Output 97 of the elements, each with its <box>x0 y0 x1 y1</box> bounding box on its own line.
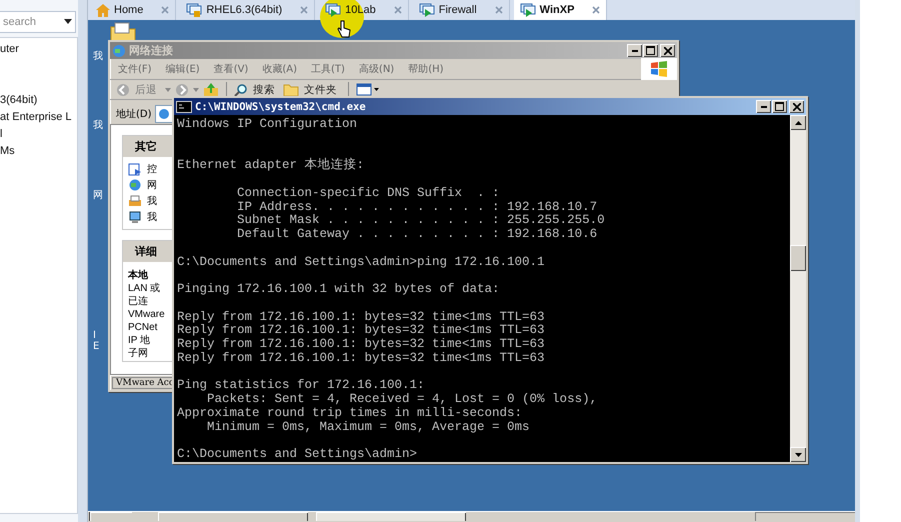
up-triangle-icon <box>794 120 802 124</box>
console-line: Reply from 172.16.100.1: bytes=32 time<1ms TTL=63 <box>177 337 545 351</box>
vm-icon <box>520 3 536 17</box>
close-icon <box>664 46 672 54</box>
detail-text: LAN 或 <box>128 283 160 294</box>
panel-link[interactable]: 我 <box>147 194 157 208</box>
caret-icon[interactable] <box>64 19 72 24</box>
desktop-icon-label: 网 <box>93 190 103 201</box>
vm-list-item[interactable]: at Enterprise L <box>0 111 72 123</box>
minimize-button[interactable] <box>627 44 642 57</box>
close-button[interactable] <box>660 44 675 57</box>
menu-item[interactable]: 工具(T) <box>311 62 345 76</box>
hand-cursor-icon <box>337 20 351 38</box>
panel-header[interactable]: 其它 <box>123 136 172 157</box>
globe-icon <box>128 178 142 192</box>
maximize-button[interactable] <box>643 44 658 57</box>
console-line: Windows IP Configuration <box>177 117 358 131</box>
printer-icon <box>128 194 142 208</box>
vm-tab[interactable]: WinXP <box>514 0 608 20</box>
panel-link[interactable]: 网 <box>147 178 157 192</box>
menu-item[interactable]: 帮助(H) <box>408 62 444 76</box>
window-title: C:\WINDOWS\system32\cmd.exe <box>195 100 366 112</box>
splitter-bar[interactable] <box>78 0 88 522</box>
close-icon[interactable] <box>592 6 600 14</box>
search-field[interactable]: search <box>0 11 76 33</box>
console-line: C:\Documents and Settings\admin>ping 172.16.100.1 <box>177 254 545 268</box>
globe-icon <box>158 108 170 120</box>
console-line: Packets: Sent = 4, Received = 4, Lost = 0 (0% loss), <box>206 392 598 406</box>
address-label: 地址(D) <box>116 108 152 121</box>
address-field[interactable] <box>154 105 173 123</box>
maximize-button[interactable] <box>772 100 787 113</box>
maximize-icon <box>775 102 784 111</box>
console-line: Ping statistics for 172.16.100.1: <box>177 378 425 392</box>
detail-text: 子网 <box>128 348 148 359</box>
scroll-up-button[interactable] <box>790 115 806 130</box>
scroll-down-button[interactable] <box>790 447 806 462</box>
console-icon <box>176 100 192 112</box>
console-line: IP Address. . . . . . . . . . . . : 192.168.10.7 <box>236 200 598 214</box>
close-icon[interactable] <box>394 6 402 14</box>
console-line: Approximate round trip times in milli-seconds: <box>177 406 522 420</box>
console-line: Reply from 172.16.100.1: bytes=32 time<1ms TTL=63 <box>177 310 545 324</box>
house-icon <box>96 4 110 16</box>
computer-icon <box>128 210 142 224</box>
console-line: Subnet Mask . . . . . . . . . . . : 255.255.255.0 <box>236 213 605 228</box>
windows-logo-icon <box>641 58 677 80</box>
menu-item[interactable]: 查看(V) <box>214 62 248 76</box>
menu-item[interactable]: 收藏(A) <box>262 62 297 76</box>
vm-list-item[interactable]: l <box>0 128 2 140</box>
minimize-button[interactable] <box>756 100 771 113</box>
detail-text: 本地 <box>128 270 148 281</box>
console-line: Pinging 172.16.100.1 with 32 bytes of data: <box>177 282 500 296</box>
vm-list-item[interactable]: uter <box>0 43 19 55</box>
desktop-icon-label: 我 <box>93 51 103 62</box>
window-title: 网络连接 <box>129 43 173 58</box>
search-button[interactable]: 搜索 <box>234 82 275 96</box>
menu-item[interactable]: 文件(F) <box>118 62 152 76</box>
vm-icon <box>325 3 342 17</box>
console-line: Default Gateway . . . . . . . . . : 192.168.10.6 <box>236 227 598 241</box>
folders-button[interactable]: 文件夹 <box>283 82 337 96</box>
console-line: Connection-specific DNS Suffix . : <box>236 186 500 200</box>
up-folder-icon[interactable] <box>203 82 219 96</box>
close-icon[interactable] <box>161 6 170 14</box>
console-line: Reply from 172.16.100.1: bytes=32 time<1ms TTL=63 <box>177 350 545 365</box>
console-line: Minimum = 0ms, Maximum = 0ms, Average = 0ms <box>206 420 530 434</box>
console-line: C:\Documents and Settings\admin> <box>177 447 418 461</box>
panel-link[interactable]: 控 <box>147 162 157 176</box>
control-panel-icon <box>128 162 142 176</box>
menu-item[interactable]: 高级(N) <box>358 62 394 76</box>
desktop-icon-label: I <box>93 330 96 341</box>
minimize-icon <box>632 50 638 52</box>
maximize-icon <box>646 46 655 55</box>
vm-icon <box>418 3 435 17</box>
views-icon[interactable] <box>356 83 380 96</box>
panel-header[interactable]: 详细 <box>123 241 172 262</box>
minimize-icon <box>760 106 766 108</box>
vm-list-item[interactable]: 3(64bit) <box>0 94 38 106</box>
close-icon[interactable] <box>494 6 503 14</box>
console-line: Ethernet adapter 本地连接: <box>177 158 364 172</box>
network-icon <box>112 44 126 58</box>
down-triangle-icon <box>794 452 802 456</box>
taskbar-button[interactable] <box>158 512 308 521</box>
vm-icon <box>186 3 202 17</box>
desktop-icon-label: E <box>93 341 100 352</box>
console-line: Reply from 172.16.100.1: bytes=32 time<1ms TTL=63 <box>177 323 545 338</box>
detail-text: VMware <box>128 309 165 320</box>
detail-text: IP 地 <box>128 335 150 346</box>
vm-list-item[interactable]: Ms <box>0 145 15 157</box>
search-icon <box>234 82 248 96</box>
close-icon <box>792 102 800 110</box>
desktop-icon-label: 我 <box>93 120 103 131</box>
detail-text: PCNet <box>128 322 158 333</box>
scroll-thumb[interactable] <box>790 245 806 271</box>
detail-text: 已连 <box>128 296 148 307</box>
close-icon[interactable] <box>300 6 308 14</box>
panel-link[interactable]: 我 <box>147 210 157 224</box>
menu-item[interactable]: 编辑(E) <box>166 62 200 76</box>
close-button[interactable] <box>789 100 804 113</box>
